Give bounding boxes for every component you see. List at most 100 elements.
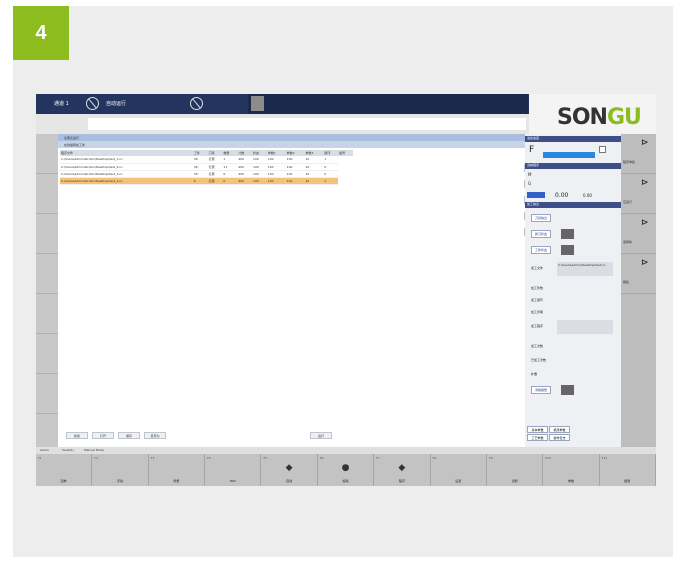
table-cell: 1 xyxy=(323,156,339,164)
tool-change-button[interactable]: 换刀状态 xyxy=(531,230,551,238)
hmi-screen: 通道 1 自动运行 SONGU 注册表运行 在线编辑加工件 程序文件 工件 刀具 数量… xyxy=(36,94,656,486)
softkey-0[interactable]: F1 回参 xyxy=(36,454,93,486)
table-cell: 11 xyxy=(222,163,238,171)
bottom-button-1[interactable]: 打开 xyxy=(92,432,114,439)
softkey-number: F9 xyxy=(488,456,493,460)
right-tab-3[interactable]: 操作日志 xyxy=(549,434,570,441)
arrow-icon: ⊳ xyxy=(641,218,649,228)
feed-letter: F xyxy=(529,145,535,155)
field-label-times: 加工次数 xyxy=(531,344,544,348)
table-row[interactable]: C:\Users\administrator\Desktop\test_2.nc… xyxy=(60,163,353,171)
table-cell: 36 xyxy=(192,163,208,171)
program-table: 程序文件 工件 刀具 数量 计数 状态 参数1 参数2 参数3 循环 编号 C:\Users\adm… xyxy=(60,150,353,185)
status-item-1: Save(S) xyxy=(62,448,74,452)
panel-header: 注册表运行 xyxy=(58,134,525,141)
arrow-icon: ⊳ xyxy=(641,258,649,268)
bottom-button-0[interactable]: 新建 xyxy=(66,432,88,439)
softkey-number: F4 xyxy=(207,456,211,460)
program-list-panel: 注册表运行 在线编辑加工件 程序文件 工件 刀具 数量 计数 状态 参数1 参数2 参数3 循环编… xyxy=(58,134,544,452)
stop-icon[interactable] xyxy=(190,97,203,110)
softkey-5[interactable]: F6 ● 编辑 xyxy=(318,454,375,486)
right-softkey-3[interactable]: ⊳ 跳段 xyxy=(621,254,656,294)
softkey-label: 诊断 xyxy=(511,479,518,483)
right-tab-2[interactable]: 工艺参数 xyxy=(527,434,548,441)
softkey-bar: F1 回参 F2 手动 F3 增量 F4 MDI F5 ◆ 自动 F6 ● 编辑 F7 ◆ 程序 F8 设置 F9 诊断… xyxy=(36,454,656,486)
right-tab-0[interactable]: 基本参数 xyxy=(527,426,548,433)
table-cell: C:\Users\administrator\Desktop\test_3.nc xyxy=(60,170,193,178)
softkey-label: 编辑 xyxy=(342,479,349,483)
axis-g: G xyxy=(528,181,532,186)
value-a: 0.00 xyxy=(555,192,569,199)
softkey-1[interactable]: F2 手动 xyxy=(92,454,149,486)
table-cell: 打磨 xyxy=(207,177,223,185)
machining-header: 加工信息 xyxy=(525,202,621,208)
softkey-10[interactable]: F11 报警 xyxy=(600,454,656,486)
table-cell: 10 xyxy=(304,177,324,185)
step-number: 4 xyxy=(35,21,47,44)
right-softkey-2[interactable]: ⊳ 选择停 xyxy=(621,214,656,254)
table-cell: 1 xyxy=(222,156,238,164)
softkey-label: 增量 xyxy=(173,479,180,483)
table-cell: C:\Users\administrator\Desktop\test_4.nc xyxy=(60,177,193,185)
table-row[interactable]: C:\Users\administrator\Desktop\test_3.nc… xyxy=(60,170,353,178)
table-cell: 10 xyxy=(304,163,324,171)
channel-label: 通道 1 xyxy=(54,101,69,107)
reset-icon[interactable] xyxy=(86,97,99,110)
softkey-2[interactable]: F3 增量 xyxy=(149,454,206,486)
table-cell: 0 xyxy=(323,163,339,171)
feed-adjust-button[interactable] xyxy=(599,146,606,153)
logo-box: SONGU xyxy=(529,94,656,134)
softkey-6[interactable]: F7 ◆ 程序 xyxy=(374,454,431,486)
message-field xyxy=(88,118,526,130)
field-label-step: 加工步骤 xyxy=(531,310,544,314)
status-bar: Alarm Save(S) Manual Mode xyxy=(36,447,656,454)
right-softkey-label: 选择停 xyxy=(623,240,633,244)
softkey-number: F3 xyxy=(150,456,155,460)
softkey-label: 参数 xyxy=(567,479,574,483)
table-cell: 打磨 xyxy=(207,170,223,178)
table-cell: 100 xyxy=(252,177,267,185)
right-softkey-1[interactable]: ⊳ 空运行 xyxy=(621,174,656,214)
left-softkey-column xyxy=(36,134,58,456)
panel-subheader: 在线编辑加工件 xyxy=(58,141,525,148)
table-cell: 100 xyxy=(266,170,286,178)
table-cell: 100 xyxy=(285,170,305,178)
workpiece-status-button[interactable]: 工件状态 xyxy=(531,246,551,254)
table-row[interactable]: C:\Users\administrator\Desktop\test_4.nc… xyxy=(60,177,353,185)
field-label-cycle: 加工循环 xyxy=(531,298,544,302)
softkey-9[interactable]: F10 参数 xyxy=(543,454,600,486)
table-header-cell[interactable]: 编号 xyxy=(338,150,353,156)
right-tab-1[interactable]: 机床参数 xyxy=(549,426,570,433)
arrow-icon: ⊳ xyxy=(641,138,649,148)
table-cell: 6 xyxy=(192,177,208,185)
clear-alarm-button[interactable]: 清除报警 xyxy=(531,386,551,394)
field-label-comp: 补偿 xyxy=(531,372,538,376)
feed-bar xyxy=(543,152,595,158)
alarm-lamp xyxy=(561,385,574,395)
program-info xyxy=(248,94,528,114)
bottom-button-2[interactable]: 保存 xyxy=(118,432,140,439)
axis-m: M xyxy=(528,172,532,177)
softkey-3[interactable]: F4 MDI xyxy=(205,454,262,486)
table-row[interactable]: C:\Users\administrator\Desktop\test_1.nc… xyxy=(60,156,353,164)
field-label-done: 已加工次数 xyxy=(531,358,547,362)
bottom-button-3[interactable]: 另存为 xyxy=(144,432,166,439)
softkey-8[interactable]: F9 诊断 xyxy=(487,454,544,486)
table-cell: 400 xyxy=(237,156,253,164)
table-cell: C:\Users\administrator\Desktop\test_2.nc xyxy=(60,163,193,171)
softkey-label: 程序 xyxy=(398,479,405,483)
tool-info-button[interactable]: 刀具信息 xyxy=(531,214,551,222)
table-cell: 0 xyxy=(222,177,238,185)
bottom-button-4[interactable]: 运行 xyxy=(310,432,332,439)
softkey-label: 报警 xyxy=(624,479,631,483)
right-softkey-label: 跳段 xyxy=(623,280,630,284)
right-softkey-0[interactable]: ⊳ 程序单段 xyxy=(621,134,656,174)
softkey-7[interactable]: F8 设置 xyxy=(431,454,487,486)
table-cell: 0 xyxy=(323,170,339,178)
table-cell: 400 xyxy=(237,177,253,185)
softkey-number: F8 xyxy=(432,456,437,460)
softkey-4[interactable]: F5 ◆ 自动 xyxy=(261,454,318,486)
status-item-0: Alarm xyxy=(40,448,49,452)
softkey-number: F2 xyxy=(94,456,98,460)
feed-header: 进给速度 xyxy=(525,136,621,142)
